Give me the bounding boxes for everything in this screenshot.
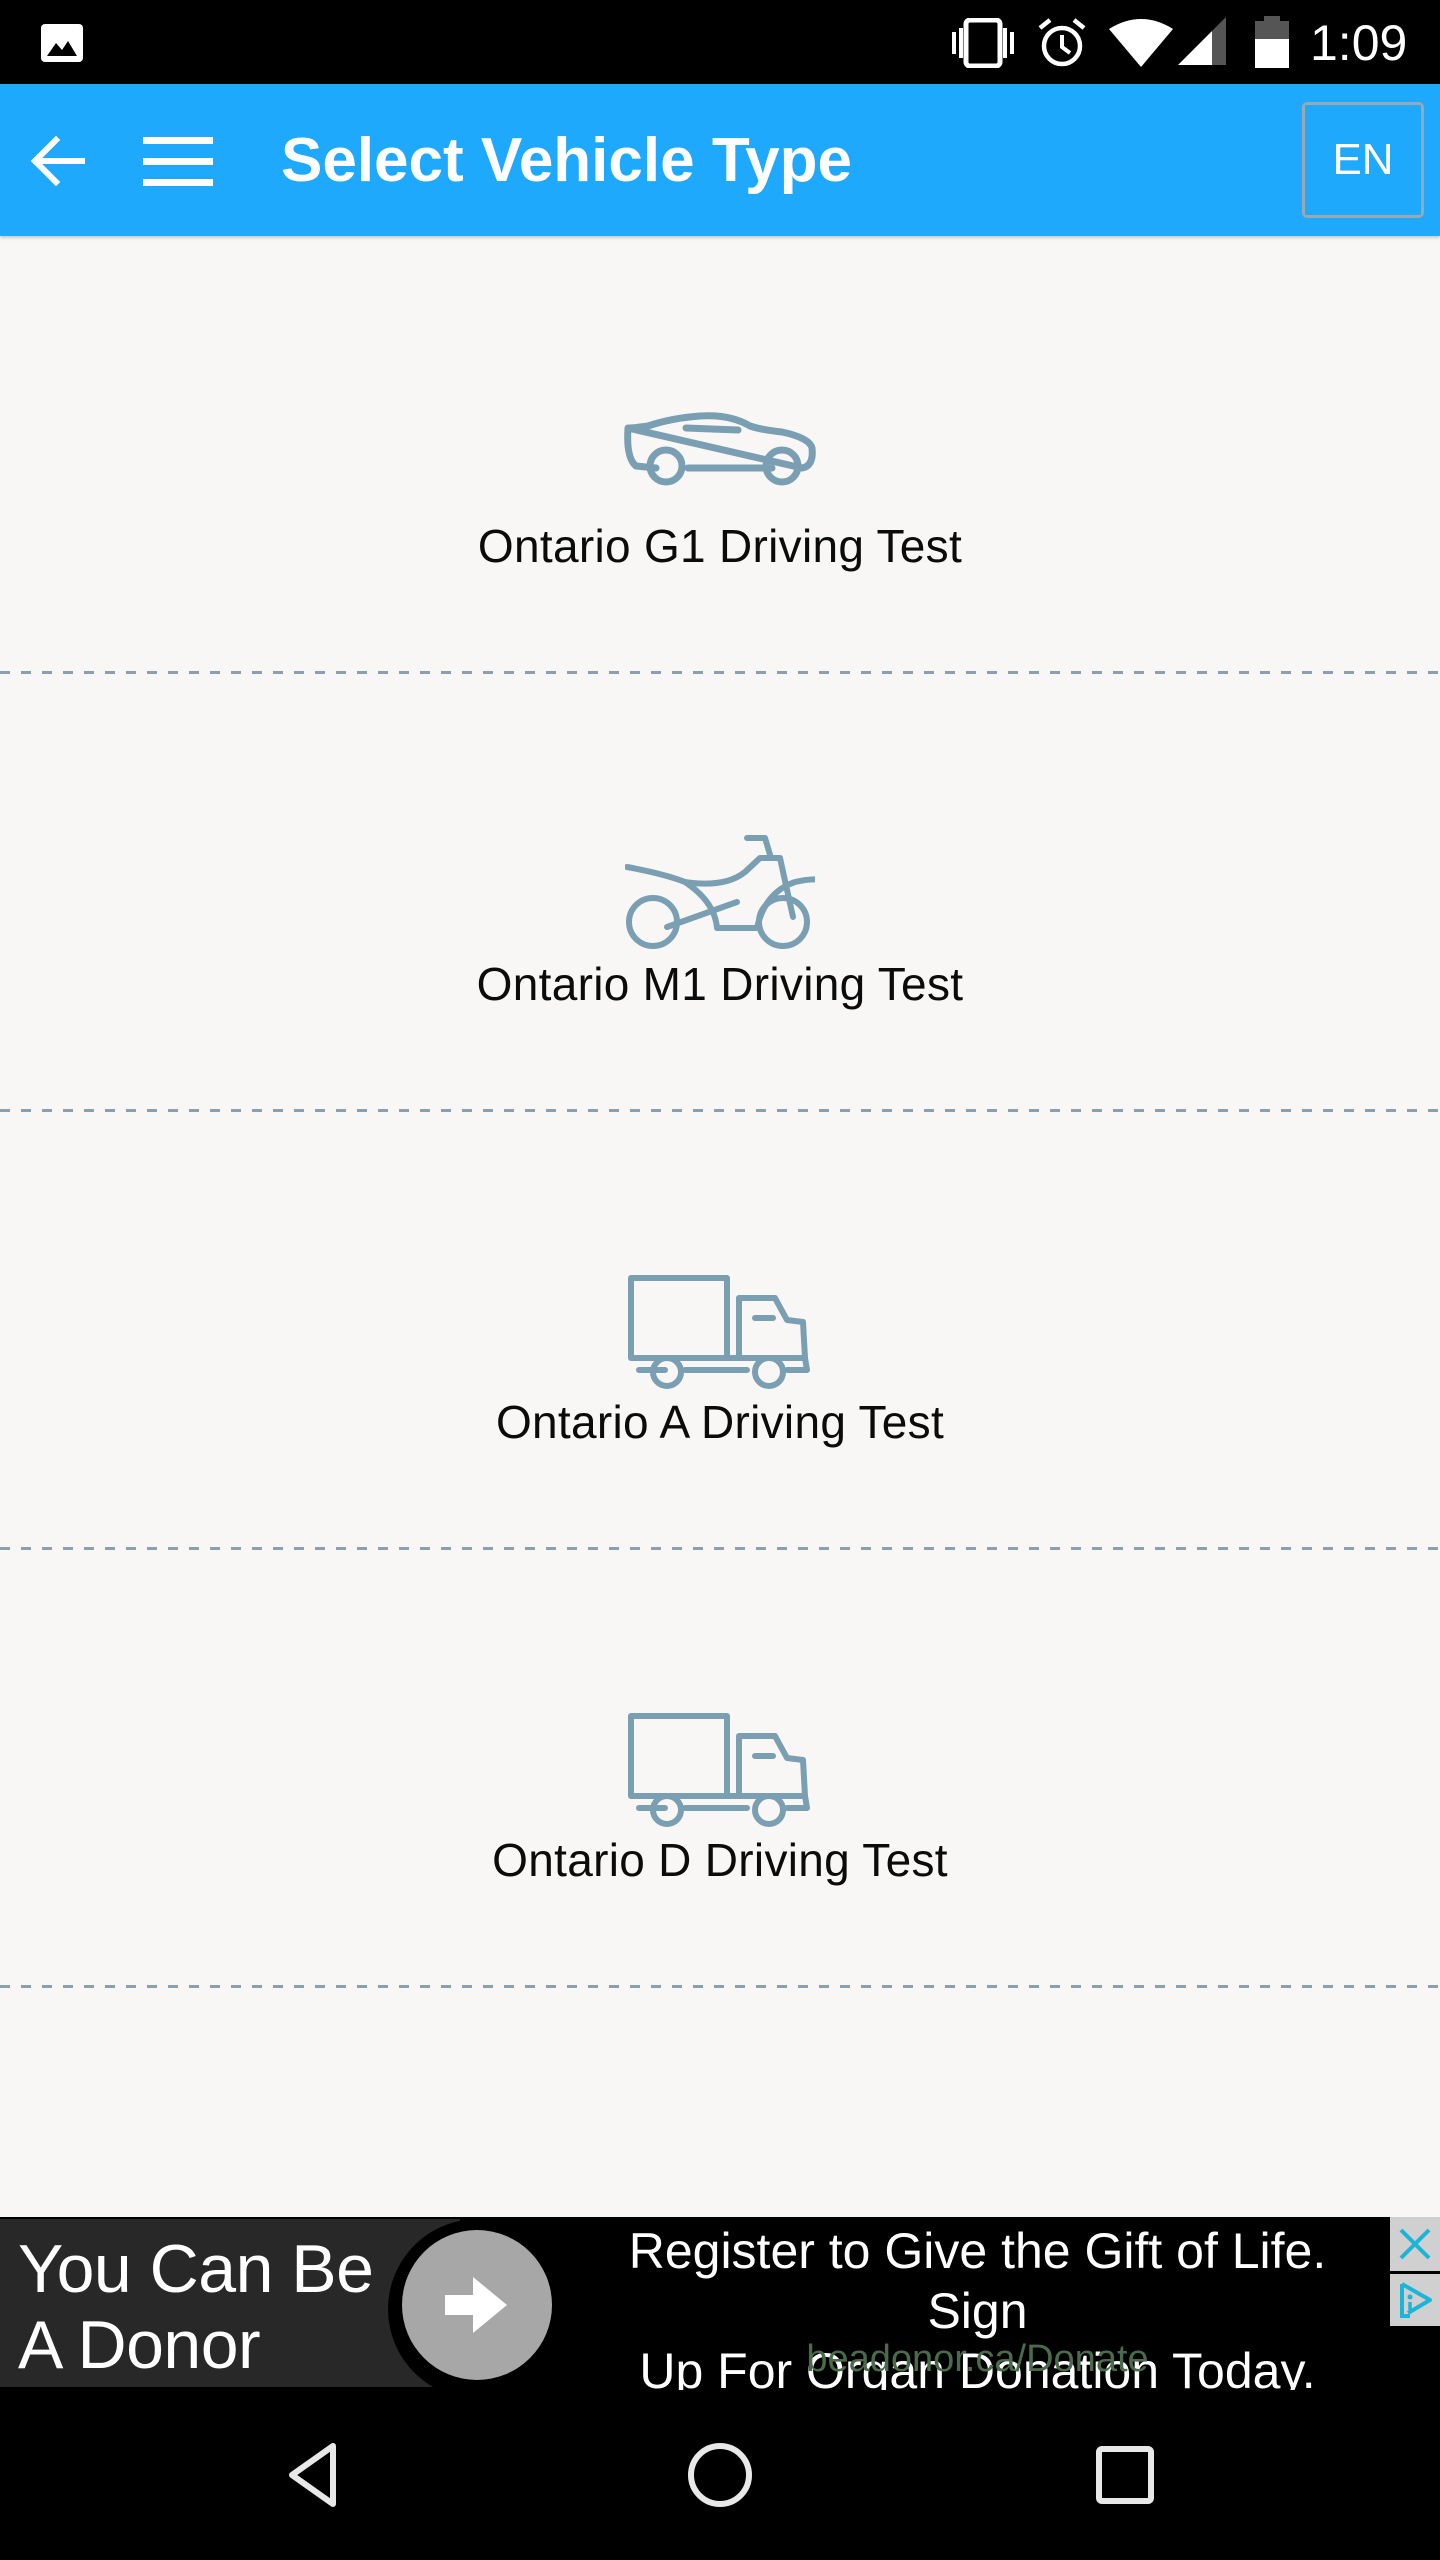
vehicle-item-a[interactable]: Ontario A Driving Test xyxy=(0,1112,1440,1550)
vehicle-item-m1[interactable]: Ontario M1 Driving Test xyxy=(0,674,1440,1112)
system-nav-bar xyxy=(0,2390,1440,2560)
page-title: Select Vehicle Type xyxy=(281,126,852,195)
ad-url-link[interactable]: beadonor.ca/Donate xyxy=(575,2337,1380,2381)
arrow-left-icon[interactable] xyxy=(24,128,90,194)
arrow-right-icon xyxy=(445,2277,507,2333)
language-button[interactable]: EN xyxy=(1302,102,1424,218)
vehicle-item-label: Ontario G1 Driving Test xyxy=(477,520,963,572)
gallery-notification-icon xyxy=(41,24,83,62)
ad-body-line: Register to Give the Gift of Life. Sign xyxy=(628,2223,1327,2339)
nav-back-icon[interactable] xyxy=(270,2430,360,2520)
ad-close-button[interactable] xyxy=(1390,2217,1440,2271)
adchoices-icon xyxy=(1400,2282,1432,2318)
status-bar: 1:09 xyxy=(0,0,1440,84)
app-bar: Select Vehicle Type EN xyxy=(0,84,1440,236)
ad-banner[interactable]: You Can Be A Donor Register to Give the … xyxy=(0,2217,1440,2390)
battery-icon xyxy=(1255,16,1289,68)
truck-icon xyxy=(628,1275,810,1389)
clock-time: 1:09 xyxy=(1310,15,1408,71)
vehicle-item-label: Ontario D Driving Test xyxy=(492,1834,948,1886)
ad-go-button[interactable] xyxy=(402,2230,552,2380)
close-icon xyxy=(1399,2228,1431,2260)
nav-home-icon[interactable] xyxy=(675,2430,765,2520)
wifi-icon xyxy=(1109,19,1173,67)
vehicle-item-d[interactable]: Ontario D Driving Test xyxy=(0,1550,1440,1988)
nav-recents-icon[interactable] xyxy=(1080,2430,1170,2520)
adchoices-button[interactable] xyxy=(1390,2274,1440,2326)
row-divider xyxy=(0,1985,1440,1988)
alarm-icon xyxy=(1038,18,1086,67)
ad-headline-line: You Can Be xyxy=(18,2231,374,2307)
ad-headline: You Can Be A Donor xyxy=(18,2231,374,2383)
vehicle-item-g1[interactable]: Ontario G1 Driving Test xyxy=(0,236,1440,674)
cell-signal-icon xyxy=(1178,17,1226,65)
truck-icon xyxy=(628,1713,810,1827)
hamburger-menu-icon[interactable] xyxy=(138,128,218,194)
motorcycle-icon xyxy=(625,835,815,949)
ad-headline-line: A Donor xyxy=(18,2307,261,2383)
vehicle-item-label: Ontario M1 Driving Test xyxy=(476,958,964,1010)
car-icon xyxy=(624,412,816,486)
vehicle-item-label: Ontario A Driving Test xyxy=(495,1396,945,1448)
vibrate-icon xyxy=(952,18,1014,68)
vehicle-type-list: Ontario G1 Driving Test Ontario M1 Drivi… xyxy=(0,236,1440,1988)
